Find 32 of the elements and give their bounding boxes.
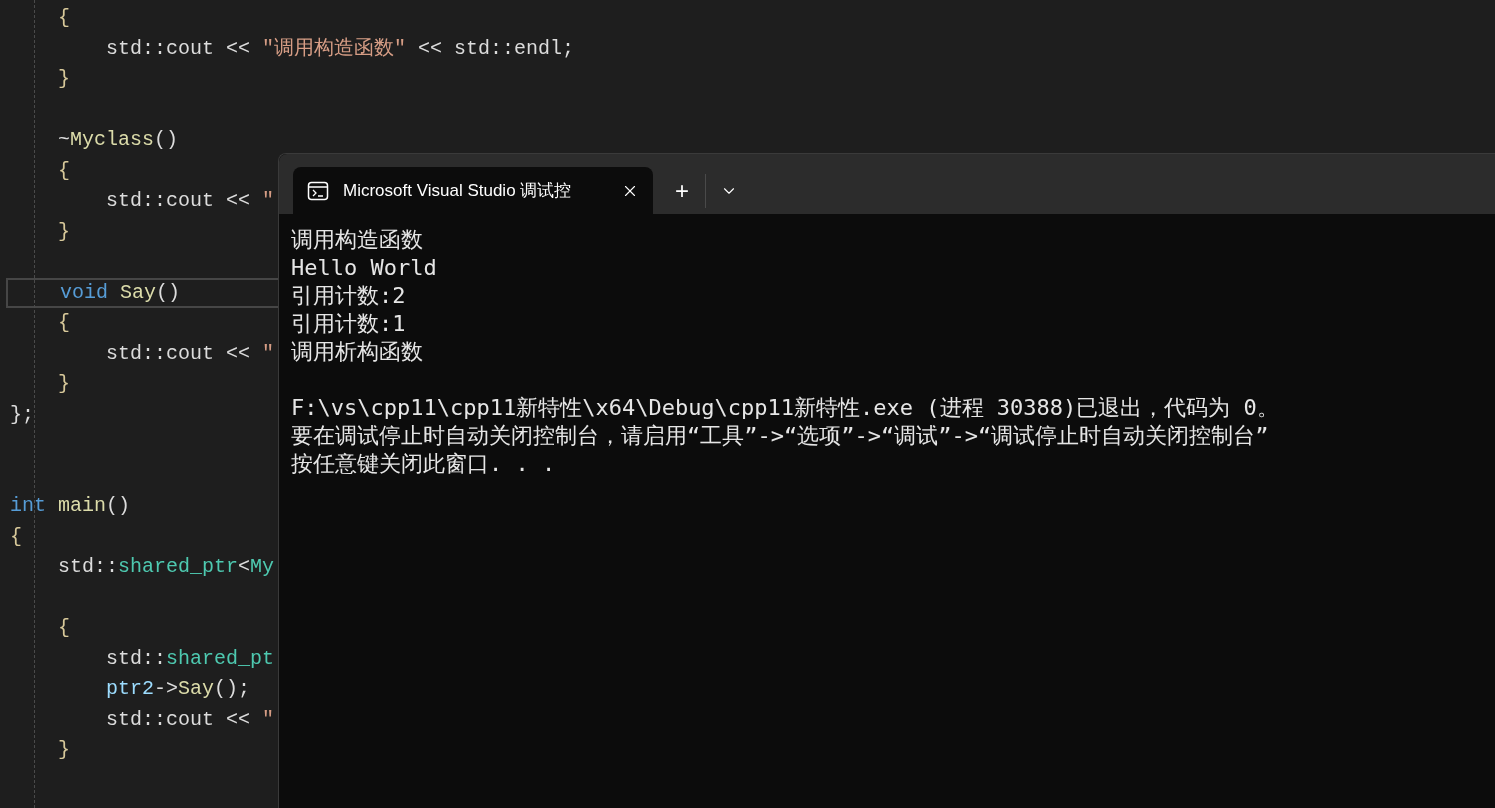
code-line: std::shared_ptr<My: [57, 557, 275, 578]
code-line: }: [57, 221, 70, 242]
console-line: 引用计数:2: [291, 282, 406, 310]
code-line: {: [57, 8, 70, 29]
code-line: }: [57, 740, 70, 761]
code-line: std::cout << "调用构造函数" << std::endl;: [105, 38, 575, 59]
code-line: {: [57, 160, 70, 181]
code-line: std::cout << ": [105, 191, 275, 212]
console-line: Hello World: [291, 254, 437, 282]
code-line: void Say(): [59, 282, 181, 303]
console-line: 调用析构函数: [291, 338, 423, 366]
new-tab-button[interactable]: +: [673, 178, 691, 203]
code-line: {: [10, 526, 22, 547]
code-line: ptr2->Say();: [105, 679, 251, 700]
code-line: {: [57, 618, 70, 639]
console-line: F:\vs\cpp11\cpp11新特性\x64\Debug\cpp11新特性.exe (进程 30388)已退出，代码为 0。: [291, 394, 1279, 422]
terminal-tab[interactable]: Microsoft Visual Studio 调试控: [293, 167, 653, 214]
console-line: 按任意键关闭此窗口. . .: [291, 450, 556, 478]
code-line: }: [57, 374, 70, 395]
code-line: int main(): [10, 496, 131, 517]
code-line: std::shared_pt: [105, 648, 275, 669]
console-line: 要在调试停止时自动关闭控制台，请启用“工具”->“选项”->“调试”->“调试停止时自动关闭控制台”: [291, 422, 1269, 450]
console-line: 调用构造函数: [291, 226, 423, 254]
console-line: 引用计数:1: [291, 310, 406, 338]
code-line: std::cout << ": [105, 709, 275, 730]
code-line: };: [10, 404, 34, 425]
code-line: }: [57, 69, 70, 90]
tab-title: Microsoft Visual Studio 调试控: [343, 179, 573, 202]
code-line: {: [57, 313, 70, 334]
terminal-icon: [307, 179, 329, 202]
code-line: std::cout << ": [105, 343, 275, 364]
code-line: ~Myclass(): [57, 130, 179, 151]
